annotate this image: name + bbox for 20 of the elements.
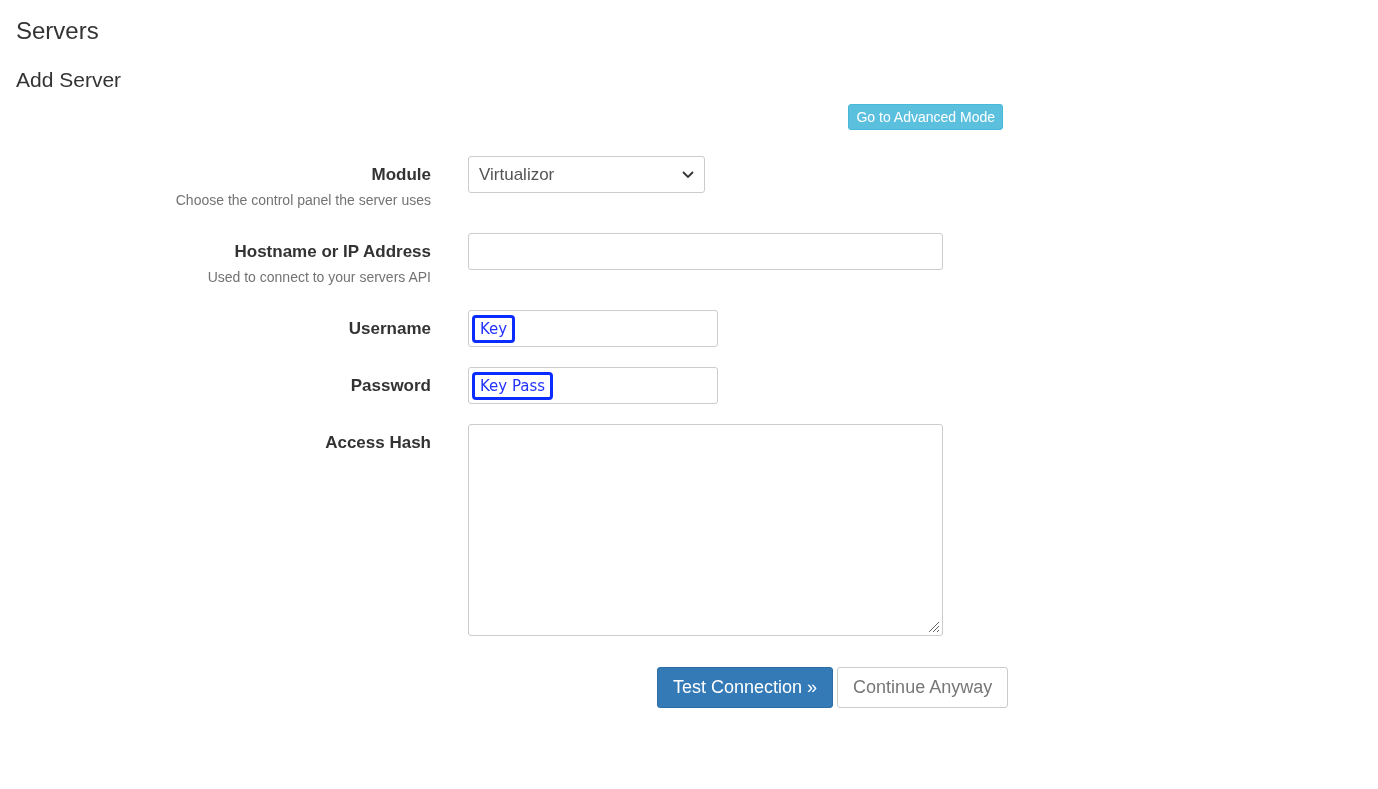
resize-handle-icon <box>926 619 940 633</box>
field-label: Username <box>348 318 431 340</box>
field-label: Hostname or IP Address <box>234 241 431 263</box>
text-area[interactable] <box>468 424 943 636</box>
input-field[interactable] <box>468 233 943 270</box>
help-text: Used to connect to your servers API <box>207 268 431 287</box>
input-field[interactable]: Key Pass <box>468 367 718 404</box>
module-select[interactable]: Virtualizor <box>468 156 705 193</box>
page-title: Servers <box>16 16 100 46</box>
help-text: Choose the control panel the server uses <box>175 191 431 210</box>
chevron-down-icon <box>682 170 694 179</box>
field-tag: Key Pass <box>472 371 554 400</box>
field-label: Module <box>371 164 431 186</box>
continue-button[interactable]: Continue Anyway <box>837 667 1009 708</box>
section-title: Add Server <box>16 67 123 93</box>
field-tag: Key <box>472 314 516 343</box>
input-field[interactable]: Key <box>468 310 718 347</box>
field-label: Access Hash <box>325 432 431 454</box>
field-label: Password <box>350 375 431 397</box>
test-connection-button[interactable]: Test Connection » <box>657 667 834 708</box>
